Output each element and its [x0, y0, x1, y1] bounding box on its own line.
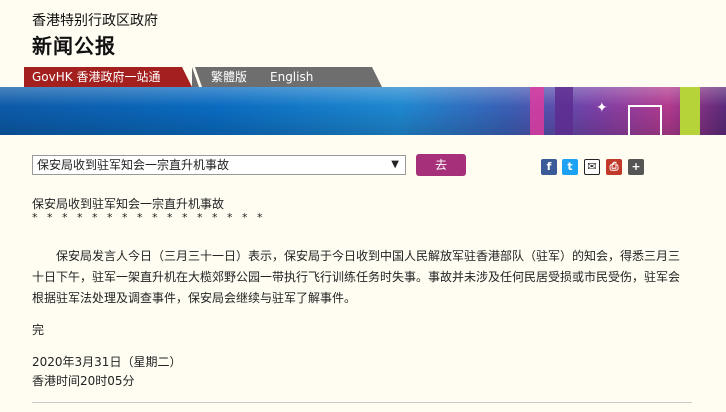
- english-link[interactable]: English: [270, 67, 313, 87]
- banner-stripe: [680, 87, 700, 135]
- banner-glow: [0, 87, 726, 135]
- govhk-link[interactable]: GovHK 香港政府一站通: [24, 67, 192, 87]
- page-title: 新闻公报: [32, 34, 116, 58]
- facebook-icon[interactable]: f: [541, 159, 557, 175]
- org-name: 香港特别行政区政府: [32, 13, 158, 29]
- print-icon[interactable]: ⎙: [606, 159, 622, 175]
- title-divider: * * * * * * * * * * * * * * * *: [32, 211, 266, 224]
- banner-frame: [628, 105, 662, 135]
- top-nav: GovHK 香港政府一站通 繁體版 English: [24, 67, 382, 87]
- article-end-mark: 完: [32, 323, 45, 337]
- bottom-divider: [32, 402, 692, 403]
- dropdown-arrow-icon: ▼: [391, 159, 399, 170]
- sparkle-icon: ✦: [596, 100, 608, 116]
- banner-stripe: [555, 87, 573, 135]
- traditional-chinese-link[interactable]: 繁體版: [211, 67, 247, 87]
- article-title: 保安局收到驻军知会一宗直升机事故: [32, 197, 225, 211]
- article-time: 香港时间20时05分: [32, 374, 135, 388]
- article-select-value: 保安局收到驻军知会一宗直升机事故: [37, 158, 230, 172]
- bookmark-icon[interactable]: +: [628, 159, 644, 175]
- article-body: 保安局发言人今日（三月三十一日）表示，保安局于今日收到中国人民解放军驻香港部队（…: [32, 249, 681, 305]
- twitter-icon[interactable]: t: [562, 159, 578, 175]
- article-date: 2020年3月31日（星期二）: [32, 355, 182, 369]
- go-button[interactable]: 去: [416, 154, 466, 176]
- header-banner: ✦: [0, 87, 726, 135]
- email-icon[interactable]: ✉: [584, 159, 600, 175]
- banner-stripe: [530, 87, 544, 135]
- article-select[interactable]: 保安局收到驻军知会一宗直升机事故 ▼: [32, 155, 406, 175]
